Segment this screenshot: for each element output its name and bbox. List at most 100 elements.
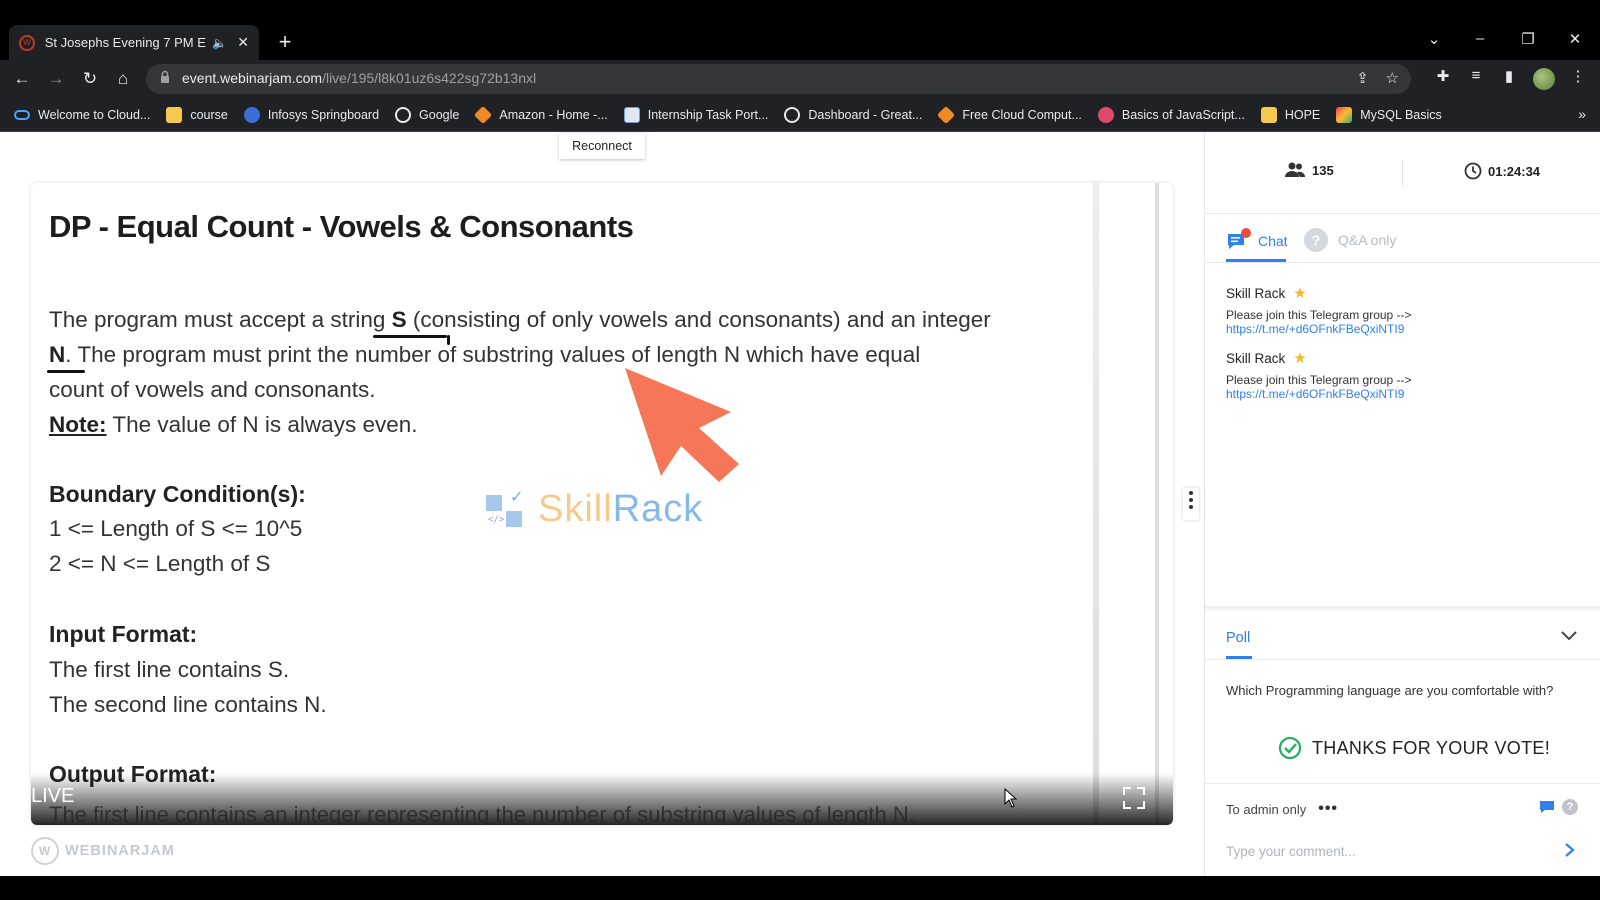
forward-button[interactable]: →	[44, 67, 68, 91]
skillrack-logo-icon: </> ✓	[486, 488, 524, 527]
infosys-icon	[243, 106, 260, 123]
reconnect-button[interactable]: Reconnect	[559, 133, 645, 159]
poll-question: Which Programming language are you comfo…	[1226, 683, 1554, 698]
bookmark-item[interactable]: Basics of JavaScript...	[1097, 106, 1245, 123]
star-icon: ★	[1293, 350, 1307, 367]
chat-message: Skill Rack ★ Please join this Telegram gr…	[1226, 349, 1566, 401]
bookmark-item[interactable]: Dashboard - Great...	[784, 106, 922, 123]
live-badge: LIVE	[31, 785, 75, 807]
comment-input[interactable]	[1226, 840, 1546, 862]
bookmark-item[interactable]: Google	[395, 106, 459, 123]
check-circle-icon	[1278, 736, 1302, 760]
javascript-course-icon	[1097, 106, 1114, 123]
send-chevron-icon[interactable]	[1564, 842, 1576, 858]
message-link[interactable]: https://t.me/+d6OFnkFBeQxiNTI9	[1226, 322, 1566, 336]
amazon-icon	[474, 105, 493, 124]
new-tab-button[interactable]: +	[272, 30, 298, 56]
input-format-heading: Input Format:	[49, 621, 198, 647]
elapsed-time: 01:24:34	[1464, 162, 1540, 180]
browser-tab[interactable]: W St Josephs Evening 7 PM ELITE 🔈 ✕	[9, 25, 259, 60]
bookmark-item[interactable]: MySQL Basics	[1336, 106, 1442, 123]
boundary-line: 1 <= Length of S <= 10^5	[49, 516, 303, 541]
side-panel-icon[interactable]: ▮	[1498, 67, 1520, 85]
message-link[interactable]: https://t.me/+d6OFnkFBeQxiNTI9	[1226, 387, 1566, 401]
chat-message: Skill Rack ★ Please join this Telegram gr…	[1226, 284, 1566, 336]
cloud-icon	[14, 109, 30, 120]
presentation-slide: DP - Equal Count - Vowels & Consonants T…	[31, 183, 1093, 825]
users-icon	[1285, 162, 1306, 177]
tab-strip: W St Josephs Evening 7 PM ELITE 🔈 ✕ + ⌄ …	[0, 0, 1600, 60]
message-text: Please join this Telegram group -->	[1226, 373, 1412, 387]
bookmark-item[interactable]: HOPE	[1260, 106, 1320, 123]
poll-tab[interactable]: Poll	[1226, 630, 1250, 646]
profile-avatar[interactable]	[1533, 68, 1555, 90]
menu-kebab-icon[interactable]: ⋮	[1567, 67, 1589, 85]
slide-note: Note: The value of N is always even.	[49, 412, 418, 437]
slide-text-line: N. The program must print the number of …	[49, 342, 921, 367]
panel-toggle-kebab-icon[interactable]	[1183, 488, 1199, 520]
recipient-selector[interactable]: To admin only •••	[1226, 800, 1338, 818]
input-format-line: The second line contains N.	[49, 692, 327, 717]
tab-title: St Josephs Evening 7 PM ELITE	[44, 35, 207, 50]
help-icon[interactable]: ?	[1562, 799, 1578, 815]
close-tab-icon[interactable]: ✕	[237, 34, 249, 51]
bookmark-item[interactable]: Welcome to Cloud...	[14, 108, 150, 122]
internship-icon	[623, 106, 640, 123]
webinarjam-brand: W WEBINARJAM	[31, 837, 175, 865]
webinarjam-favicon-icon: W	[19, 34, 35, 51]
chat-icon	[1228, 228, 1251, 249]
attendee-count: 135	[1284, 162, 1334, 178]
bookmark-item[interactable]: Internship Task Port...	[623, 106, 768, 123]
speaker-icon[interactable]: 🔈	[212, 36, 227, 50]
bookmark-item[interactable]: Free Cloud Comput...	[937, 105, 1082, 124]
reload-button[interactable]: ↻	[78, 67, 102, 91]
bookmarks-overflow-icon[interactable]: »	[1578, 106, 1586, 122]
tab-chat[interactable]: Chat	[1226, 228, 1288, 254]
chevron-down-icon[interactable]	[1560, 628, 1578, 642]
chat-icon[interactable]	[1539, 799, 1555, 815]
message-text: Please join this Telegram group -->	[1226, 308, 1412, 322]
skillrack-wordmark: SkillRack	[538, 488, 704, 530]
back-button[interactable]: ←	[10, 67, 34, 91]
pointer-arrow-icon	[625, 368, 739, 482]
tab-qa-only[interactable]: ? Q&A only	[1304, 228, 1396, 252]
video-player[interactable]: DP - Equal Count - Vowels & Consonants T…	[31, 183, 1173, 825]
bookmark-item[interactable]: course	[166, 106, 228, 123]
aws-icon	[937, 105, 956, 124]
poll-thanks: THANKS FOR YOUR VOTE!	[1278, 736, 1550, 760]
message-author: Skill Rack	[1226, 350, 1286, 366]
message-author: Skill Rack	[1226, 285, 1286, 301]
tab-search-icon[interactable]: ⌄	[1422, 30, 1446, 48]
slide-text-line: count of vowels and consonants.	[49, 377, 376, 402]
bookmarks-bar: Welcome to Cloud... course Infosys Sprin…	[0, 98, 1600, 132]
folder-icon	[166, 106, 183, 123]
boundary-heading: Boundary Condition(s):	[49, 481, 306, 507]
star-icon: ★	[1293, 285, 1307, 302]
fullscreen-icon[interactable]	[1123, 787, 1145, 809]
pen-underline	[47, 370, 85, 373]
output-format-line: The first line contains an integer repre…	[49, 802, 915, 825]
input-format-line: The first line contains S.	[49, 657, 290, 682]
address-bar[interactable]: event.webinarjam.com/live/195/l8k01uz6s4…	[146, 64, 1411, 94]
slide-title: DP - Equal Count - Vowels & Consonants	[49, 209, 634, 244]
share-icon[interactable]: ⇪	[1356, 70, 1369, 87]
help-circle-icon: ?	[1304, 228, 1328, 252]
bookmark-star-icon[interactable]: ☆	[1386, 70, 1399, 87]
bookmark-item[interactable]: Amazon - Home -...	[474, 105, 608, 124]
media-control-icon[interactable]: ≡	[1465, 67, 1487, 84]
mysql-icon	[1336, 106, 1353, 123]
clock-icon	[1464, 162, 1482, 180]
restore-button[interactable]: ❐	[1516, 30, 1540, 48]
skillrack-watermark: </> ✓ SkillRack	[486, 488, 703, 531]
pen-underline	[373, 335, 447, 338]
more-options-icon[interactable]: •••	[1318, 800, 1338, 818]
home-button[interactable]: ⌂	[111, 67, 135, 91]
url-text: event.webinarjam.com/live/195/l8k01uz6s4…	[182, 70, 537, 86]
bookmark-item[interactable]: Infosys Springboard	[243, 106, 379, 123]
extensions-icon[interactable]: ✚	[1432, 67, 1454, 85]
close-window-button[interactable]: ✕	[1563, 30, 1587, 48]
folder-icon	[1260, 106, 1277, 123]
minimize-button[interactable]: –	[1468, 30, 1492, 47]
globe-icon	[395, 106, 412, 123]
greatlearning-icon	[784, 106, 801, 123]
